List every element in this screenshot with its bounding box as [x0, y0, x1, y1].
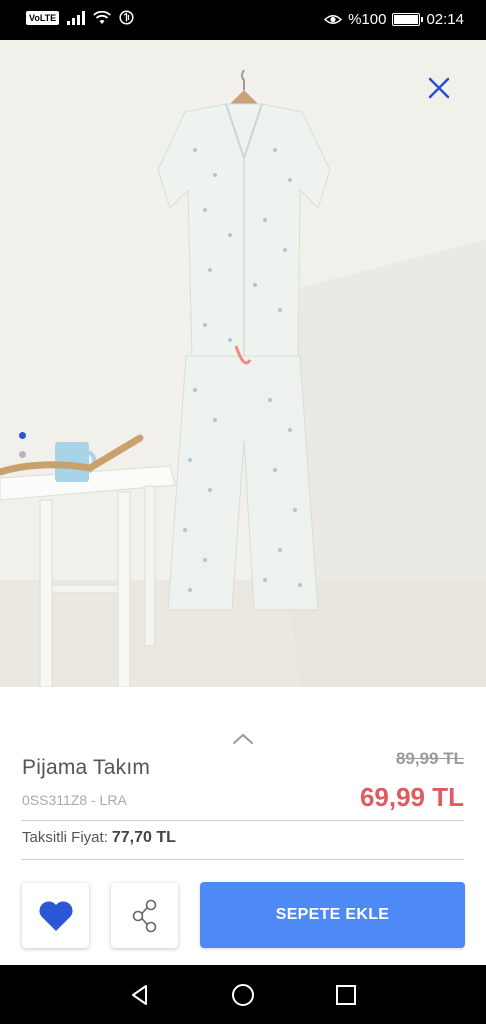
volte-badge: VoLTE — [26, 10, 60, 25]
gallery-dot-active[interactable] — [19, 432, 26, 439]
signal-icon — [67, 10, 86, 25]
data-saver-icon — [119, 10, 134, 25]
battery-icon — [392, 13, 424, 26]
eye-comfort-icon — [324, 15, 343, 24]
add-to-cart-button[interactable]: SEPETE EKLE — [200, 882, 465, 948]
favorite-button[interactable] — [22, 883, 89, 948]
clock: 02:14 — [426, 11, 464, 28]
product-info-panel: Pijama Takım 0SS311Z8 - LRA 89,99 TL 69,… — [0, 687, 486, 965]
system-nav-bar — [0, 965, 486, 1024]
battery-percent: %100 — [348, 11, 387, 28]
installment-value: 77,70 TL — [111, 829, 176, 846]
old-price: 89,99 TL — [395, 749, 464, 768]
home-icon[interactable] — [229, 981, 257, 1009]
product-sku: 0SS311Z8 - LRA — [22, 792, 127, 808]
wifi-icon — [93, 10, 111, 24]
gallery-dot[interactable] — [19, 451, 26, 458]
share-button[interactable] — [111, 883, 178, 948]
product-image-gallery[interactable] — [0, 40, 486, 687]
sale-price: 69,99 TL — [359, 782, 464, 812]
recent-apps-icon[interactable] — [332, 981, 360, 1009]
back-icon[interactable] — [126, 981, 154, 1009]
divider — [22, 820, 464, 821]
product-photo — [0, 40, 486, 687]
product-name: Pijama Takım — [22, 756, 151, 779]
chevron-up-icon[interactable] — [230, 729, 256, 747]
heart-icon — [38, 900, 73, 931]
installment-label: Taksitli Fiyat: — [22, 829, 108, 846]
share-icon — [132, 899, 156, 932]
close-icon[interactable] — [424, 73, 454, 103]
divider — [22, 859, 464, 860]
gallery-page-indicator — [19, 432, 26, 458]
status-bar: VoLTE %100 02:14 — [0, 0, 486, 40]
installment-price: Taksitli Fiyat: 77,70 TL — [22, 829, 176, 847]
